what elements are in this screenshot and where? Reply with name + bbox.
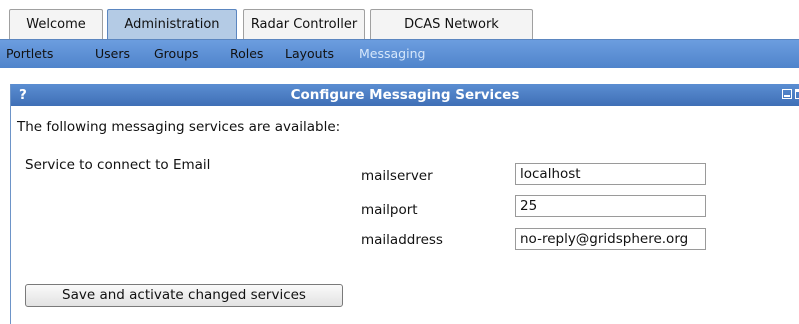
subnav-item-layouts[interactable]: Layouts <box>285 40 334 68</box>
maximize-icon[interactable] <box>795 89 799 99</box>
tab-administration[interactable]: Administration <box>107 9 237 39</box>
tab-radar-controller[interactable]: Radar Controller <box>243 9 365 39</box>
mailaddress-label: mailaddress <box>361 232 443 248</box>
sub-navigation: Portlets Users Groups Roles Layouts Mess… <box>0 40 799 68</box>
subnav-item-roles[interactable]: Roles <box>230 40 263 68</box>
tab-dcas-network[interactable]: DCAS Network <box>370 9 533 39</box>
subnav-item-portlets[interactable]: Portlets <box>6 40 53 68</box>
mailaddress-field[interactable] <box>515 228 706 250</box>
portlet-title-bar: Configure Messaging Services ? <box>11 84 799 106</box>
mailport-field[interactable] <box>515 195 706 217</box>
messaging-portlet: Configure Messaging Services ? The follo… <box>10 84 799 324</box>
intro-text: The following messaging services are ava… <box>17 119 341 135</box>
mailserver-label: mailserver <box>361 168 433 184</box>
mailport-label: mailport <box>361 202 418 218</box>
tab-welcome[interactable]: Welcome <box>9 9 103 39</box>
portlet-title: Configure Messaging Services <box>290 87 520 103</box>
help-icon[interactable]: ? <box>19 84 27 106</box>
main-tab-bar: Welcome Administration Radar Controller … <box>0 0 799 40</box>
service-description: Service to connect to Email <box>25 157 211 173</box>
subnav-item-users[interactable]: Users <box>95 40 130 68</box>
minimize-icon[interactable] <box>782 89 792 99</box>
subnav-item-messaging[interactable]: Messaging <box>359 40 425 68</box>
subnav-item-groups[interactable]: Groups <box>154 40 199 68</box>
save-activate-button[interactable]: Save and activate changed services <box>25 284 343 307</box>
mailserver-field[interactable] <box>515 163 706 185</box>
